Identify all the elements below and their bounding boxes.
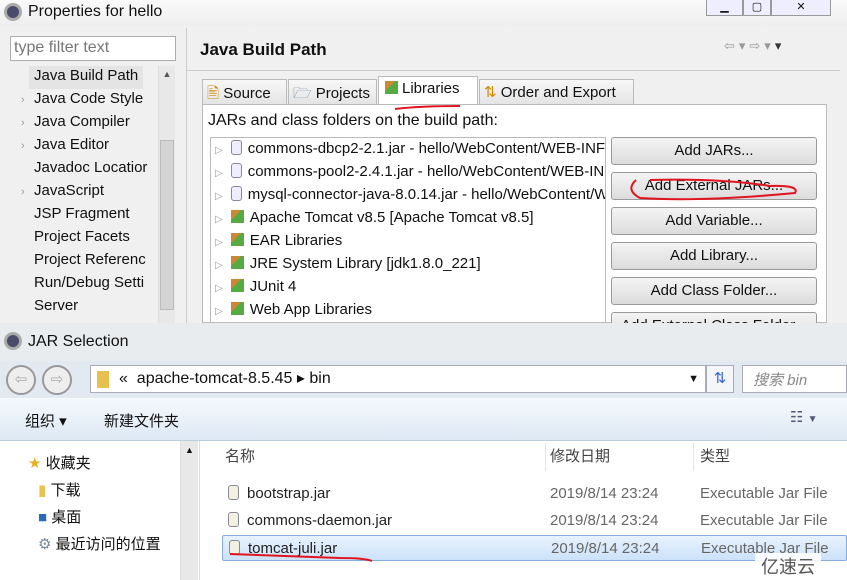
circle-add-external-jars (630, 178, 797, 201)
underline-libraries (394, 105, 461, 110)
red-annotations (229, 105, 797, 562)
underline-tomcat-juli (229, 553, 373, 562)
